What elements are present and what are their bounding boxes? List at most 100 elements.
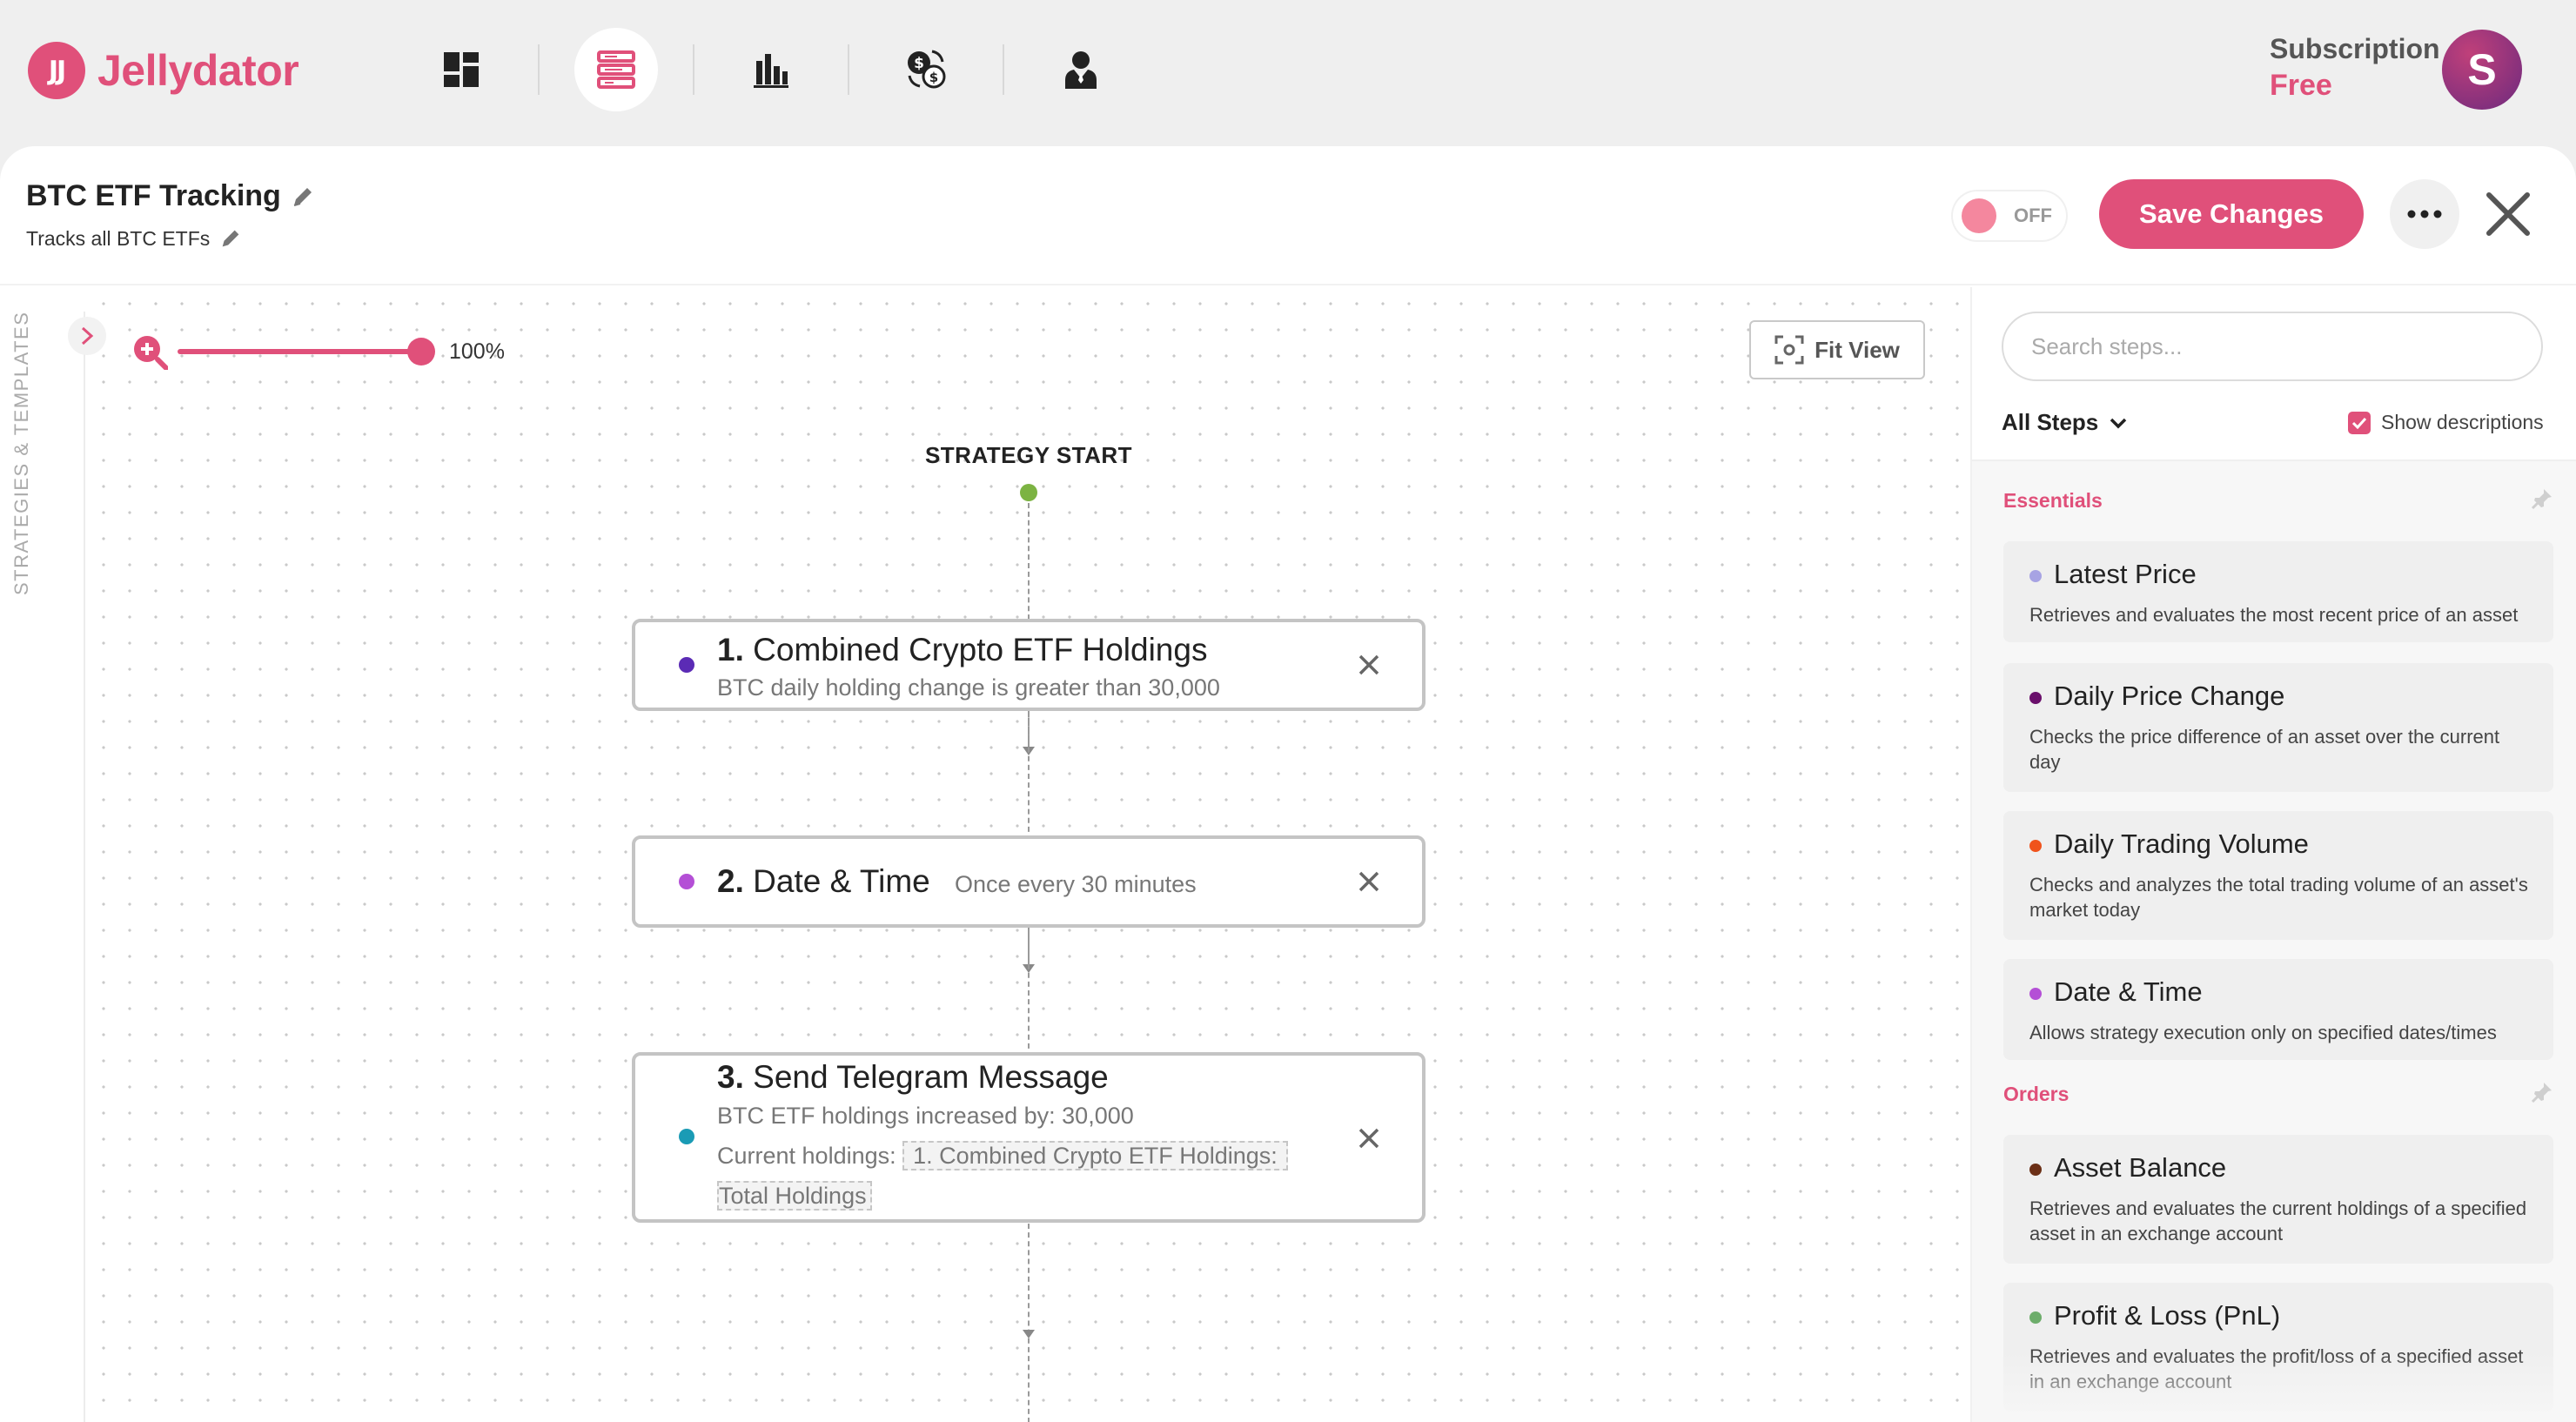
variable-chip[interactable]: Total Holdings: [717, 1181, 872, 1211]
show-descriptions-label: Show descriptions: [2381, 411, 2544, 433]
step-library-title: Daily Price Change: [2054, 681, 2285, 711]
svg-text:$: $: [929, 70, 938, 85]
strategies-icon: [597, 50, 635, 89]
close-icon: [1358, 871, 1379, 892]
close-icon: [2486, 192, 2530, 236]
steps-library-list[interactable]: Essentials Latest Price Retrieves and ev…: [1972, 461, 2576, 1422]
step-dot: [679, 657, 694, 673]
section-label-essentials: Essentials: [2003, 489, 2103, 512]
nav-strategies[interactable]: [574, 28, 658, 111]
checkbox-checked-icon: [2348, 411, 2371, 434]
show-descriptions-checkbox[interactable]: Show descriptions: [2348, 411, 2544, 434]
fit-view-icon: [1774, 335, 1804, 365]
step-library-description: Retrieves and evaluates the current hold…: [2029, 1197, 2527, 1244]
zoom-in-icon: [134, 336, 168, 370]
close-icon: [1358, 654, 1379, 675]
expand-rail-button[interactable]: [68, 317, 106, 355]
nav-account[interactable]: [1039, 28, 1123, 111]
search-steps-input[interactable]: [2002, 312, 2543, 381]
step-library-item-date-time[interactable]: Date & Time Allows strategy execution on…: [2003, 959, 2553, 1060]
step-library-description: Checks and analyzes the total trading vo…: [2029, 874, 2528, 921]
step-color-dot: [2029, 1164, 2042, 1176]
avatar[interactable]: S: [2442, 30, 2522, 110]
step-card-1[interactable]: 1. Combined Crypto ETF Holdings BTC dail…: [632, 619, 1426, 711]
strategies-templates-label: STRATEGIES & TEMPLATES: [10, 311, 32, 595]
editor-header: BTC ETF Tracking Tracks all BTC ETFs OFF…: [0, 146, 2576, 285]
step-description: Once every 30 minutes: [955, 871, 1197, 897]
message-line-3: Total Holdings: [717, 1181, 872, 1211]
zoom-level: 100%: [449, 339, 505, 364]
nav-separator: [538, 44, 540, 95]
svg-text:$: $: [914, 55, 924, 72]
nav-analytics[interactable]: [729, 28, 813, 111]
brand-name: Jellydator: [97, 46, 299, 95]
edit-description-button[interactable]: [218, 226, 243, 251]
fit-view-button[interactable]: Fit View: [1749, 320, 1925, 379]
chevron-down-icon: [2110, 418, 2127, 428]
strategy-start-label: STRATEGY START: [924, 442, 1133, 468]
chart-icon: [754, 54, 788, 88]
zoom-slider[interactable]: [178, 338, 435, 366]
strategy-title: BTC ETF Tracking: [26, 179, 281, 212]
step-description: BTC daily holding change is greater than…: [717, 674, 1220, 701]
step-card-3[interactable]: 3. Send Telegram Message BTC ETF holding…: [632, 1052, 1426, 1223]
step-dot: [679, 874, 694, 889]
steps-sidebar: All Steps Show descriptions Essentials L…: [1970, 287, 2576, 1422]
zoom-in-button[interactable]: [131, 332, 169, 371]
nav-dashboard[interactable]: [419, 28, 503, 111]
strategy-start-node[interactable]: [1020, 484, 1037, 501]
connector-arrowhead: [1023, 1330, 1035, 1338]
pencil-icon: [222, 230, 239, 247]
more-options-button[interactable]: [2390, 179, 2459, 249]
variable-chip[interactable]: 1. Combined Crypto ETF Holdings:: [902, 1141, 1288, 1170]
remove-step-button[interactable]: [1356, 869, 1382, 895]
logo-mark-icon: JJ: [28, 42, 85, 99]
close-editor-button[interactable]: [2482, 188, 2534, 240]
step-title: 1. Combined Crypto ETF Holdings: [717, 632, 1208, 667]
message-line-2: Current holdings: 1. Combined Crypto ETF…: [717, 1141, 1288, 1170]
step-dot: [679, 1129, 694, 1144]
step-library-item-latest-price[interactable]: Latest Price Retrieves and evaluates the…: [2003, 541, 2553, 642]
steps-filter-dropdown[interactable]: All Steps: [2002, 409, 2128, 436]
edit-title-button[interactable]: [290, 184, 316, 210]
remove-step-button[interactable]: [1356, 1125, 1382, 1151]
brand-logo[interactable]: JJ Jellydator: [28, 42, 299, 99]
remove-step-button[interactable]: [1356, 652, 1382, 678]
step-color-dot: [2029, 840, 2042, 852]
step-library-description: Retrieves and evaluates the most recent …: [2029, 604, 2519, 626]
close-icon: [1358, 1128, 1379, 1149]
step-color-dot: [2029, 570, 2042, 582]
chevron-right-icon: [81, 326, 94, 345]
step-card-2[interactable]: 2. Date & Time Once every 30 minutes: [632, 835, 1426, 928]
step-library-item-asset-balance[interactable]: Asset Balance Retrieves and evaluates th…: [2003, 1135, 2553, 1264]
step-color-dot: [2029, 1311, 2042, 1324]
step-library-description: Checks the price difference of an asset …: [2029, 726, 2500, 773]
step-library-title: Date & Time: [2054, 976, 2203, 1007]
pin-icon[interactable]: [2531, 1081, 2553, 1103]
save-changes-button[interactable]: Save Changes: [2099, 179, 2364, 249]
subscription-info[interactable]: Subscription Free: [2270, 33, 2440, 103]
step-library-title: Asset Balance: [2054, 1152, 2227, 1183]
connector-3-to-next: [1028, 1224, 1030, 1422]
nav-exchange[interactable]: $ $: [884, 28, 968, 111]
step-color-dot: [2029, 692, 2042, 704]
zoom-control: 100%: [131, 332, 505, 371]
more-horizontal-icon: [2407, 210, 2442, 218]
steps-filter-label: All Steps: [2002, 409, 2099, 435]
nav-separator: [693, 44, 694, 95]
toggle-state-label: OFF: [2014, 205, 2052, 226]
top-navigation-bar: JJ Jellydator $ $ Subscription Free S: [0, 0, 2576, 146]
main-nav: $ $: [419, 28, 1123, 111]
step-library-item-daily-trading-volume[interactable]: Daily Trading Volume Checks and analyzes…: [2003, 811, 2553, 940]
user-icon: [1065, 51, 1097, 89]
zoom-slider-handle[interactable]: [407, 338, 435, 366]
step-library-title: Latest Price: [2054, 559, 2197, 589]
step-library-description: Allows strategy execution only on specif…: [2029, 1022, 2497, 1043]
pin-icon[interactable]: [2531, 487, 2553, 510]
step-library-item-daily-price-change[interactable]: Daily Price Change Checks the price diff…: [2003, 663, 2553, 792]
section-label-orders: Orders: [2003, 1083, 2070, 1105]
dashboard-icon: [444, 52, 479, 87]
strategy-editor-panel: BTC ETF Tracking Tracks all BTC ETFs OFF…: [0, 146, 2576, 1422]
strategy-active-toggle[interactable]: OFF: [1953, 191, 2066, 240]
step-title: 3. Send Telegram Message: [717, 1059, 1109, 1095]
